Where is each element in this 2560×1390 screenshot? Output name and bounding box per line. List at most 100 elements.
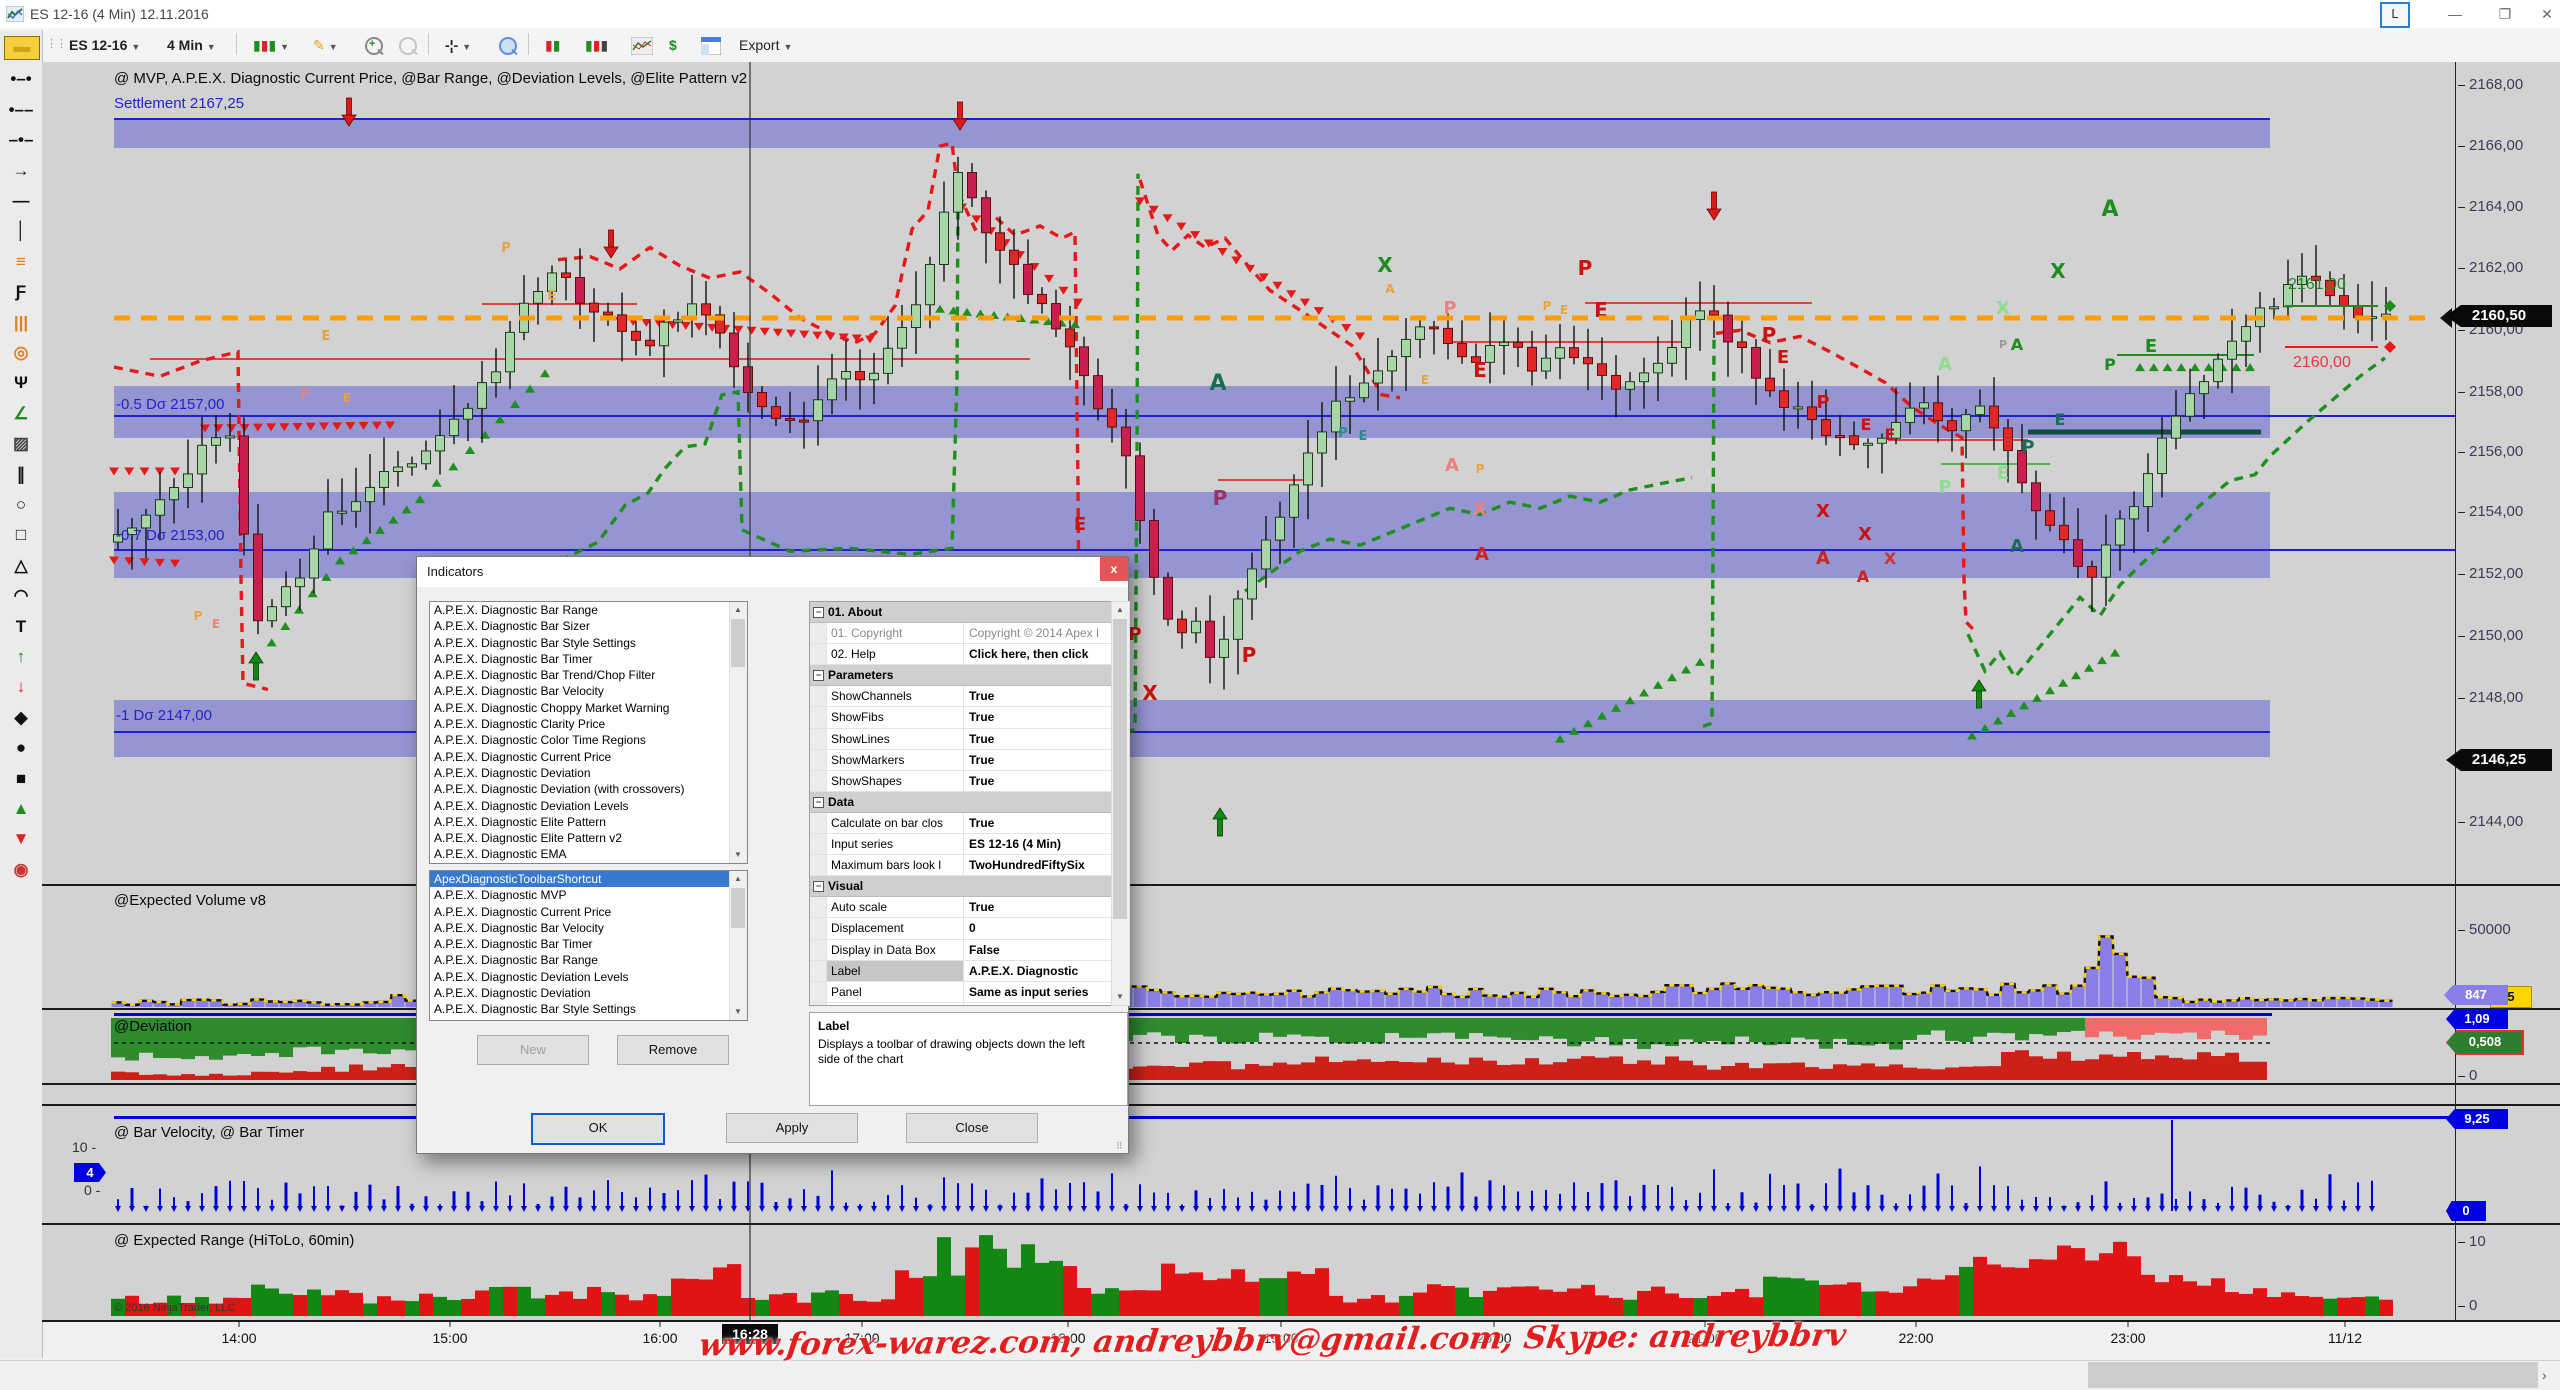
scroll-up-icon[interactable]: ▲ (1112, 602, 1128, 618)
volume-panel-title: @Expected Volume v8 (114, 892, 266, 909)
list-scrollbar[interactable]: ▲ ▼ (729, 871, 747, 1020)
svg-text:X: X (1884, 549, 1897, 568)
selected-indicator-item[interactable]: A.P.E.X. Diagnostic Bar Timer (430, 936, 747, 952)
selected-indicators-list[interactable]: ApexDiagnosticToolbarShortcutA.P.E.X. Di… (429, 870, 748, 1021)
velocity-bottom-marker: 0 (2446, 1201, 2486, 1221)
available-indicator-item[interactable]: A.P.E.X. Diagnostic Deviation (with cros… (430, 781, 747, 797)
available-indicator-item[interactable]: A.P.E.X. Diagnostic Bar Trend/Chop Filte… (430, 667, 747, 683)
svg-text:E: E (1359, 429, 1368, 444)
available-indicator-item[interactable]: A.P.E.X. Diagnostic Elite Pattern (430, 814, 747, 830)
grid-row[interactable]: Display in Data BoxFalse (810, 940, 1112, 961)
grid-section[interactable]: −Parameters (810, 665, 1112, 686)
velocity-panel-title: @ Bar Velocity, @ Bar Timer (114, 1124, 304, 1141)
green-price-label: 2161,00 (2288, 276, 2346, 294)
grid-row[interactable]: Maximum bars look lTwoHundredFiftySix (810, 855, 1112, 876)
scroll-up-icon[interactable]: ▲ (730, 602, 746, 618)
svg-text:P: P (1938, 477, 1951, 498)
svg-text:E: E (1777, 347, 1789, 368)
svg-text:A: A (1475, 544, 1489, 565)
svg-text:X: X (1142, 681, 1158, 705)
grid-row[interactable]: 02. HelpClick here, then click (810, 644, 1112, 665)
selected-indicator-item[interactable]: A.P.E.X. Diagnostic Current Price (430, 904, 747, 920)
grid-row[interactable]: Input seriesES 12-16 (4 Min) (810, 834, 1112, 855)
available-indicator-item[interactable]: A.P.E.X. Diagnostic Bar Style Settings (430, 635, 747, 651)
new-button[interactable]: New (477, 1035, 589, 1065)
grid-section[interactable]: −Data (810, 792, 1112, 813)
resize-grip[interactable]: ⠿ (1116, 1141, 1126, 1151)
grid-section[interactable]: −01. About (810, 602, 1112, 623)
grid-row[interactable]: ShowChannelsTrue (810, 686, 1112, 707)
range-panel-title: @ Expected Range (HiToLo, 60min) (114, 1232, 354, 1249)
selected-indicator-item[interactable]: A.P.E.X. Diagnostic Deviation (430, 985, 747, 1001)
apply-button[interactable]: Apply (726, 1113, 858, 1143)
property-description: Label Displays a toolbar of drawing obje… (809, 1012, 1128, 1106)
svg-text:E: E (1885, 425, 1896, 444)
scroll-down-icon[interactable]: ▼ (730, 1004, 746, 1020)
close-dialog-button[interactable]: Close (906, 1113, 1038, 1143)
available-indicator-item[interactable]: A.P.E.X. Diagnostic Deviation (430, 765, 747, 781)
svg-text:P: P (1213, 486, 1228, 510)
available-indicator-item[interactable]: A.P.E.X. Diagnostic Choppy Market Warnin… (430, 700, 747, 716)
grid-row[interactable]: Auto scaleTrue (810, 897, 1112, 918)
available-indicator-item[interactable]: A.P.E.X. Diagnostic Clarity Price (430, 716, 747, 732)
chart-canvas: PEEPEPEAAPEPEPPXPEXPPPEEEEAPXAPEPEEXXXAA… (0, 0, 2560, 1390)
grid-row[interactable]: PanelSame as input series (810, 982, 1112, 1003)
available-indicator-item[interactable]: A.P.E.X. Diagnostic Bar Velocity (430, 683, 747, 699)
grid-row[interactable]: Calculate on bar closTrue (810, 813, 1112, 834)
ninjatrader-copyright: © 2016 NinjaTrader, LLC (114, 1302, 235, 1314)
scroll-down-icon[interactable]: ▼ (730, 847, 746, 863)
svg-text:X: X (1377, 253, 1393, 277)
list-scrollbar[interactable]: ▲ ▼ (729, 602, 747, 863)
grid-row[interactable]: Price marker(s)True (810, 1003, 1112, 1006)
svg-text:X: X (2050, 259, 2066, 283)
dialog-titlebar[interactable]: Indicators (417, 557, 1128, 587)
svg-text:P: P (1762, 323, 1777, 347)
svg-text:P: P (1816, 392, 1829, 413)
dialog-title: Indicators (427, 564, 483, 579)
svg-text:P: P (2021, 437, 2034, 458)
selected-indicator-item[interactable]: ApexDiagnosticToolbarShortcut (430, 871, 747, 887)
description-body: Displays a toolbar of drawing objects do… (818, 1037, 1108, 1067)
settlement2-marker: 2146,25 (2446, 749, 2552, 771)
dialog-close-button[interactable]: x (1100, 557, 1128, 581)
svg-text:E: E (343, 391, 351, 405)
selected-indicator-item[interactable]: A.P.E.X. Diagnostic Deviation Levels (430, 969, 747, 985)
selected-indicator-item[interactable]: A.P.E.X. Diagnostic MVP (430, 887, 747, 903)
grid-scrollbar[interactable]: ▲ ▼ (1111, 601, 1130, 1006)
available-indicator-item[interactable]: A.P.E.X. Diagnostic Bar Timer (430, 651, 747, 667)
selected-indicator-item[interactable]: A.P.E.X. Diagnostic Bar Velocity (430, 920, 747, 936)
properties-grid[interactable]: −01. About01. CopyrightCopyright © 2014 … (809, 601, 1113, 1006)
available-indicator-item[interactable]: A.P.E.X. Diagnostic Bar Sizer (430, 618, 747, 634)
svg-text:E: E (1421, 373, 1429, 387)
available-indicators-list[interactable]: A.P.E.X. Diagnostic Bar RangeA.P.E.X. Di… (429, 601, 748, 864)
available-indicator-item[interactable]: A.P.E.X. Diagnostic EMA (430, 846, 747, 862)
grid-row[interactable]: Displacement0 (810, 918, 1112, 939)
ok-button[interactable]: OK (531, 1113, 665, 1145)
available-indicator-item[interactable]: A.P.E.X. Diagnostic Elite Pattern v2 (430, 830, 747, 846)
grid-row[interactable]: ShowLinesTrue (810, 729, 1112, 750)
scroll-up-icon[interactable]: ▲ (730, 871, 746, 887)
grid-section[interactable]: −Visual (810, 876, 1112, 897)
grid-row[interactable]: ShowShapesTrue (810, 771, 1112, 792)
svg-text:E: E (548, 289, 557, 304)
selected-indicator-item[interactable]: A.P.E.X. Diagnostic Bar Range (430, 952, 747, 968)
grid-row[interactable]: ShowMarkersTrue (810, 750, 1112, 771)
available-indicator-item[interactable]: A.P.E.X. Diagnostic Current Price (430, 749, 747, 765)
svg-text:E: E (2145, 336, 2157, 357)
svg-text:E: E (322, 329, 331, 344)
svg-text:P: P (1543, 299, 1552, 313)
deviation-top-marker: 1,09 (2446, 1009, 2508, 1029)
svg-text:A: A (1209, 371, 1226, 396)
grid-row[interactable]: 01. CopyrightCopyright © 2014 Apex I (810, 623, 1112, 644)
remove-button[interactable]: Remove (617, 1035, 729, 1065)
available-indicator-item[interactable]: A.P.E.X. Diagnostic Deviation Levels (430, 798, 747, 814)
available-indicator-item[interactable]: A.P.E.X. Diagnostic Bar Range (430, 602, 747, 618)
svg-text:A: A (1445, 455, 1459, 476)
available-indicator-item[interactable]: A.P.E.X. Diagnostic Color Time Regions (430, 732, 747, 748)
scroll-down-icon[interactable]: ▼ (1112, 989, 1128, 1005)
svg-text:E: E (1074, 514, 1086, 535)
grid-row[interactable]: LabelA.P.E.X. Diagnostic (810, 961, 1112, 982)
grid-row[interactable]: ShowFibsTrue (810, 707, 1112, 728)
selected-indicator-item[interactable]: A.P.E.X. Diagnostic Bar Style Settings (430, 1001, 747, 1017)
svg-text:P: P (501, 241, 511, 256)
